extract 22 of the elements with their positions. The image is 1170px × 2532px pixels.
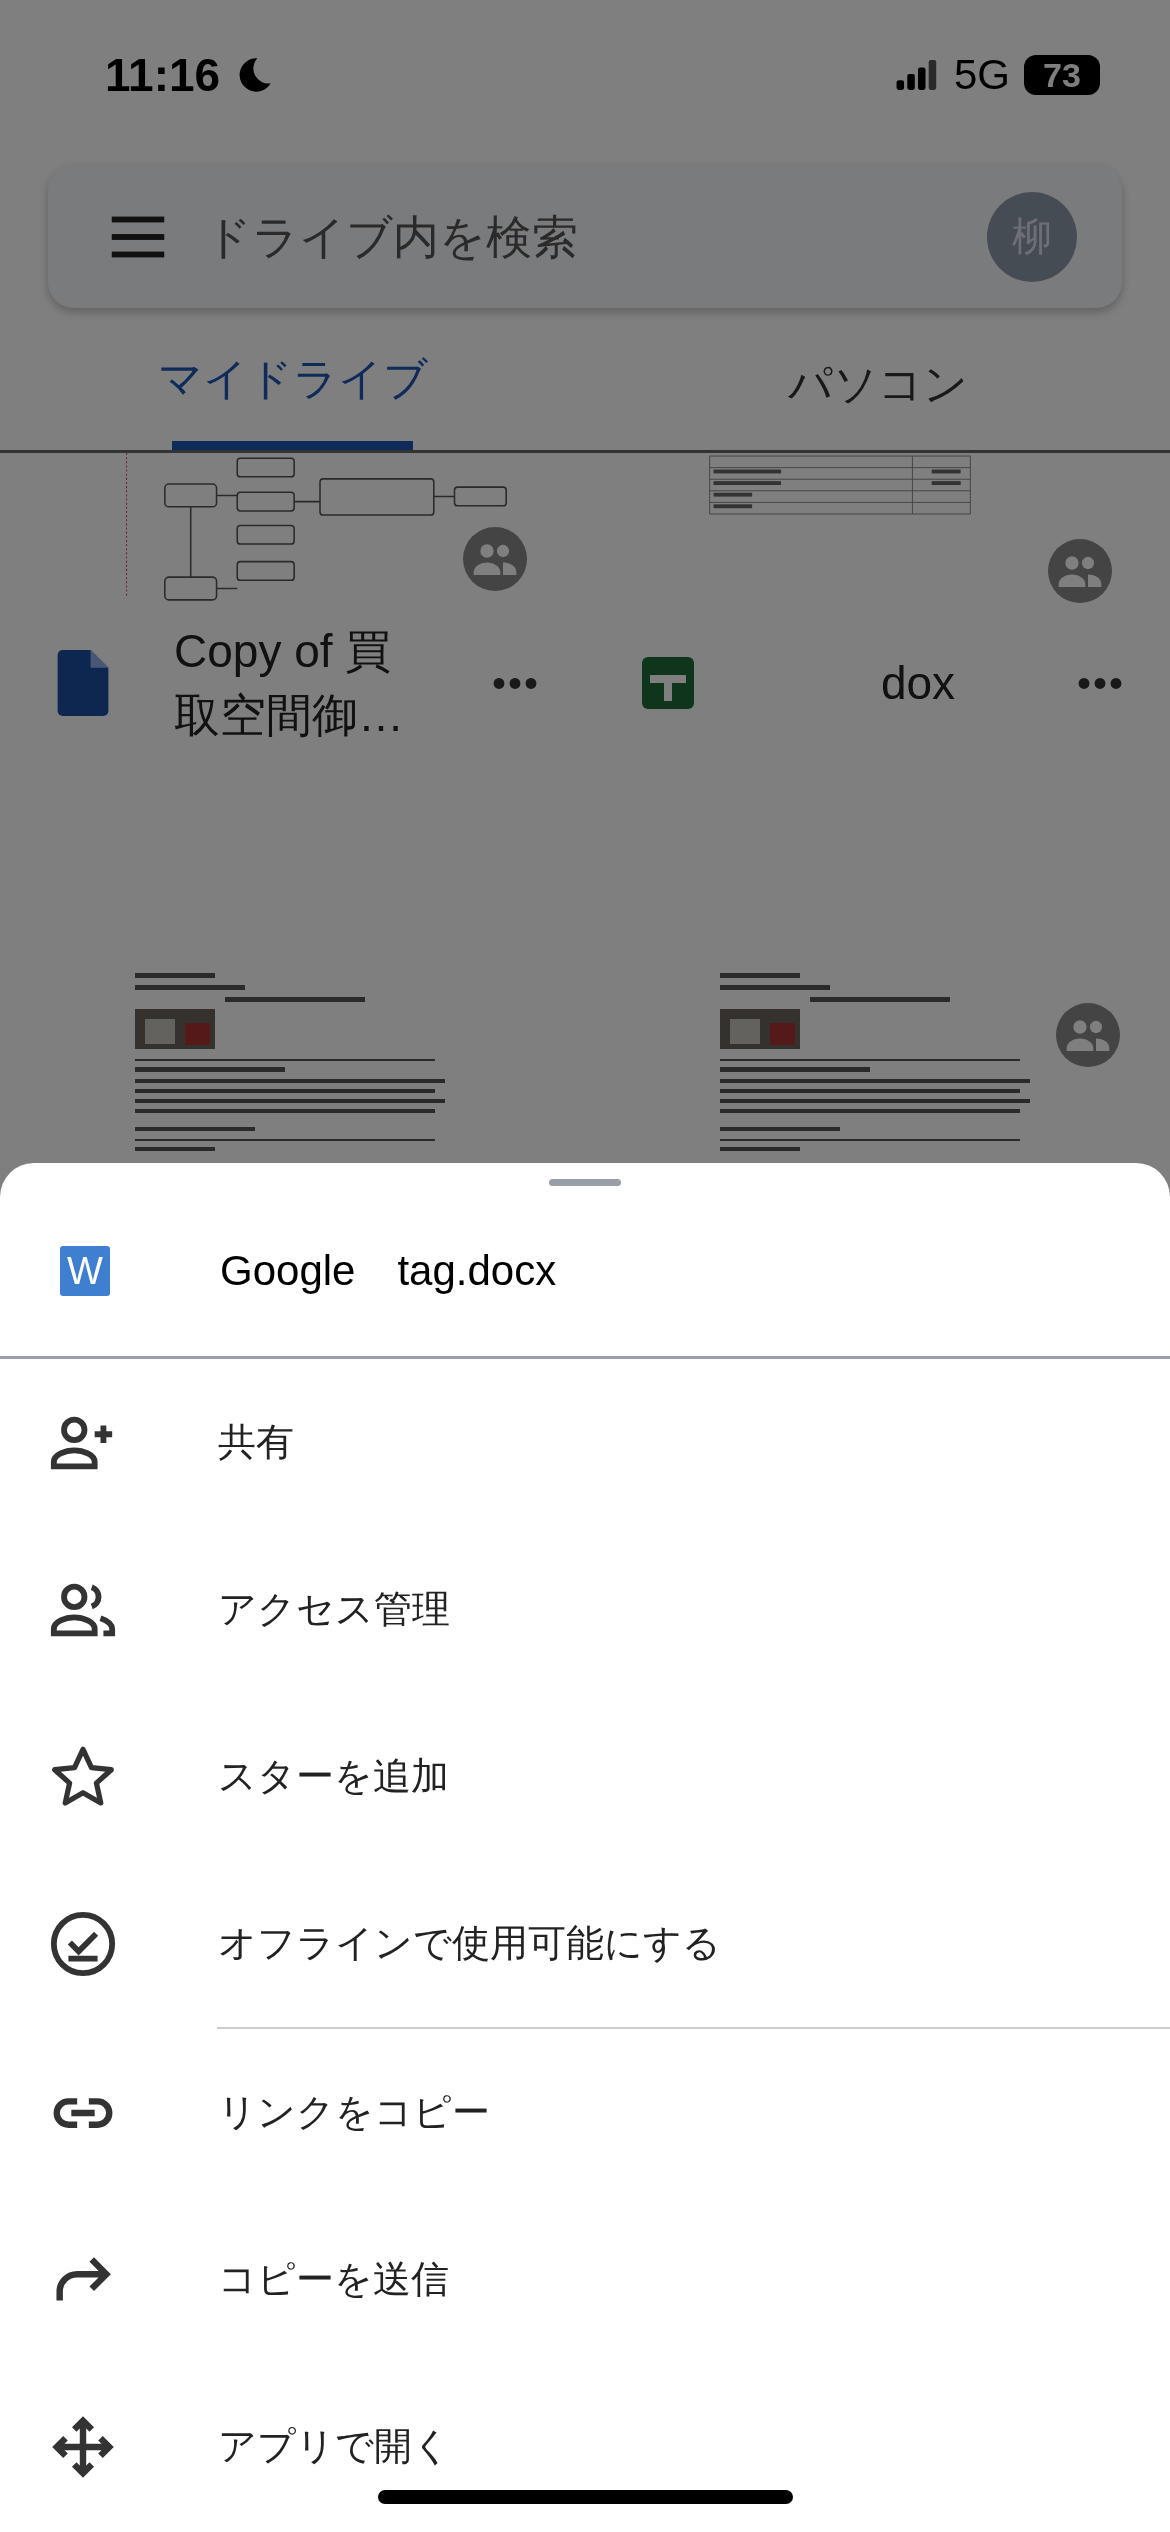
file-name[interactable]: dox xyxy=(759,651,1077,715)
battery-level: 73 xyxy=(1043,55,1081,95)
menu-item[interactable]: アクセス管理 xyxy=(0,1526,1170,1693)
search-field[interactable]: ドライブ内を検索 xyxy=(203,208,987,265)
word-file-icon: W xyxy=(60,1246,110,1296)
menu-item[interactable]: オフラインで使用可能にする xyxy=(0,1860,1170,2027)
menu-item[interactable]: スターを追加 xyxy=(0,1693,1170,1860)
file-name: Google tag.docx xyxy=(220,1246,557,1296)
file-name[interactable]: Copy of 買 xyxy=(174,619,492,683)
file-name[interactable]: 取空間御… xyxy=(174,683,492,747)
clock-time: 11:16 xyxy=(105,48,221,102)
more-button[interactable]: ••• xyxy=(1077,660,1125,706)
menu-item[interactable]: アプリで開く xyxy=(0,2363,1170,2530)
tab[interactable]: マイドライブ xyxy=(0,308,585,450)
drag-handle[interactable] xyxy=(549,1179,621,1186)
document-icon xyxy=(57,650,109,716)
more-button[interactable]: ••• xyxy=(492,660,540,706)
menu-item[interactable]: リンクをコピー xyxy=(0,2029,1170,2196)
network-label: 5G xyxy=(953,51,1010,99)
menu-item[interactable]: コピーを送信 xyxy=(0,2196,1170,2363)
menu-item[interactable]: 共有 xyxy=(0,1359,1170,1526)
tab[interactable]: パソコン xyxy=(585,308,1170,450)
